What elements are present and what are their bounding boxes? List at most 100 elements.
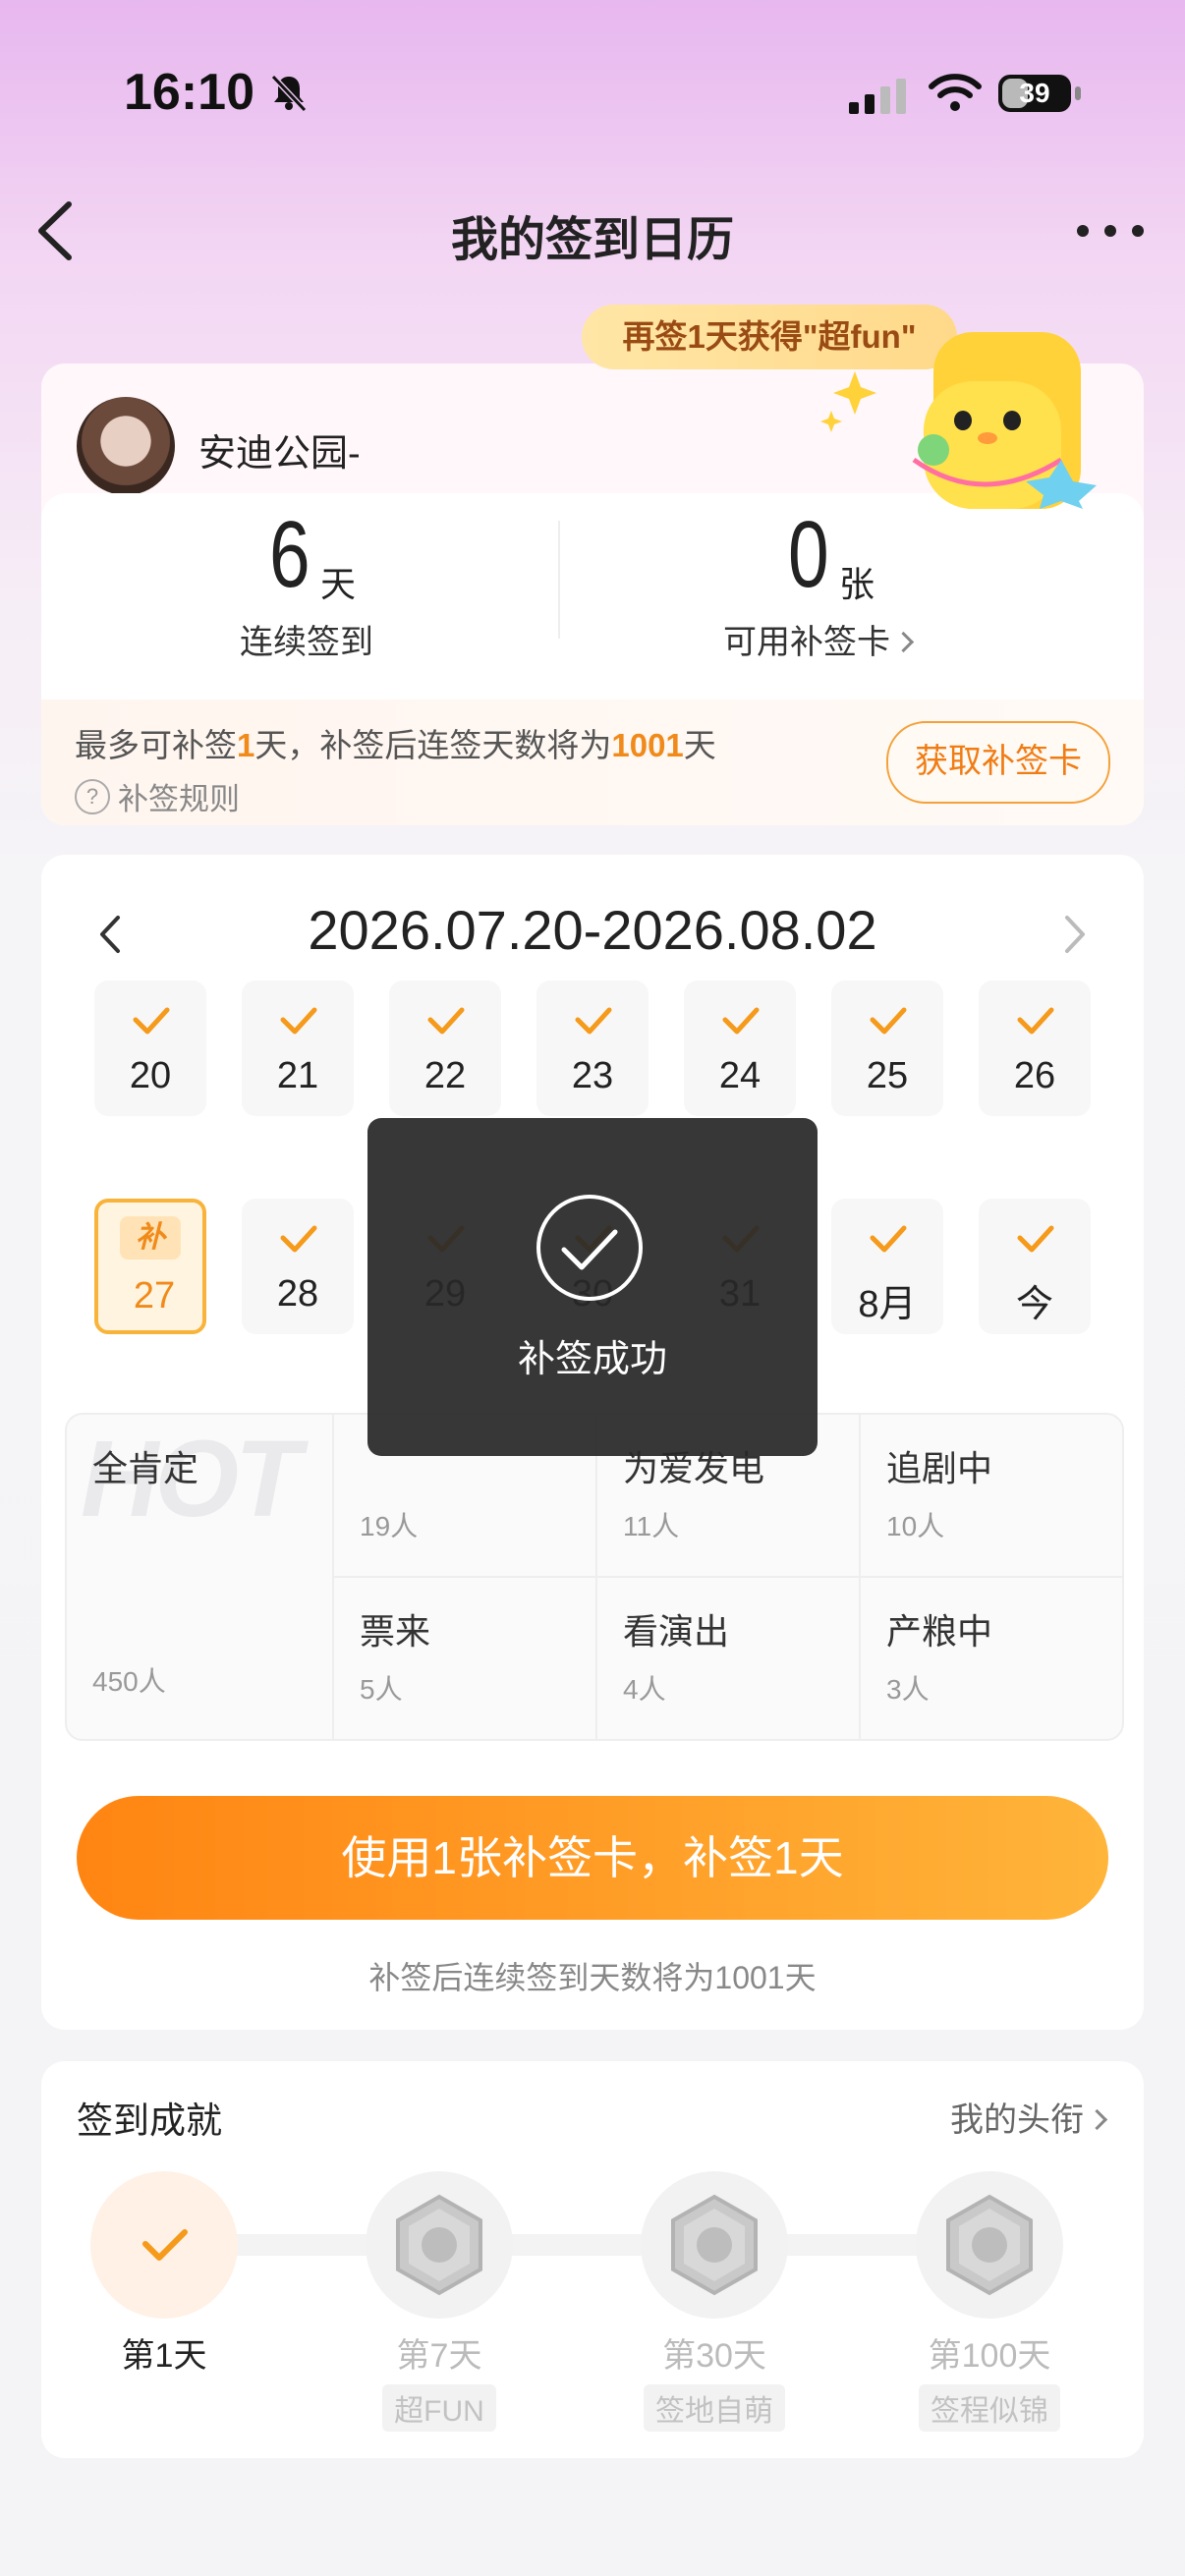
achievement-label: 第30天 — [662, 2337, 766, 2375]
tag-count: 11人 — [623, 1511, 680, 1541]
tag-name: 全肯定 — [92, 1448, 199, 1488]
get-makeup-card-button[interactable]: 获取补签卡 — [886, 721, 1110, 804]
calendar-day-label: 8月 — [858, 1284, 917, 1325]
makeup-result-hint: 补签后连续签到天数将为1001天 — [368, 1960, 817, 1995]
check-icon — [1017, 1007, 1054, 1035]
tag-count: 5人 — [360, 1674, 403, 1705]
calendar-day-label: 20 — [129, 1055, 172, 1096]
page-title: 我的签到日历 — [450, 214, 734, 266]
next-week-icon[interactable] — [1059, 910, 1089, 959]
calendar-day[interactable]: 21 — [242, 980, 354, 1116]
check-icon — [870, 1225, 907, 1253]
achievement-badge — [916, 2171, 1063, 2319]
bell-off-icon — [270, 74, 308, 113]
success-toast: 补签成功 — [367, 1118, 818, 1456]
check-icon — [870, 1007, 907, 1035]
achievement-title-tag: 超FUN — [382, 2384, 496, 2432]
achievement-progress-track — [169, 2234, 1014, 2256]
status-bar: 16:10 39 — [0, 0, 1185, 187]
wifi-icon — [929, 74, 982, 111]
calendar-day[interactable]: 24 — [684, 980, 796, 1116]
signal-icon — [849, 79, 906, 114]
stats-divider — [558, 521, 560, 639]
medal-hexagon-icon — [396, 2194, 482, 2296]
achievement-badge — [90, 2171, 238, 2319]
cards-value: 0 — [788, 502, 829, 607]
chevron-right-icon — [1086, 2108, 1108, 2131]
check-circle-icon — [536, 1195, 643, 1301]
achievement-item[interactable]: 第30天签地自萌 — [631, 2171, 798, 2432]
streak-value: 6 — [269, 502, 310, 607]
tag-name: 产粮中 — [886, 1611, 993, 1652]
calendar-day-label: 24 — [718, 1055, 762, 1096]
achievement-badge — [366, 2171, 513, 2319]
check-icon — [427, 1007, 465, 1035]
tag-name: 追剧中 — [886, 1448, 993, 1488]
tag-cell[interactable]: 产粮中 3人 — [859, 1578, 1122, 1739]
chevron-right-icon — [892, 631, 915, 653]
calendar-range: 2026.07.20-2026.08.02 — [308, 899, 877, 961]
mascot-illustration — [820, 332, 1097, 509]
makeup-rule-label: 补签规则 — [118, 782, 240, 816]
cards-unit: 张 — [839, 564, 875, 604]
tag-count: 19人 — [360, 1511, 419, 1541]
more-icon[interactable] — [1071, 216, 1150, 246]
check-icon — [1017, 1225, 1054, 1253]
battery-icon: 39 — [998, 71, 1081, 114]
achievement-label: 第1天 — [121, 2337, 207, 2375]
battery-level: 39 — [1019, 78, 1050, 108]
tag-name: 看演出 — [623, 1611, 730, 1652]
makeup-rule-link[interactable]: ? 补签规则 — [75, 774, 240, 818]
check-icon — [722, 1007, 760, 1035]
calendar-day[interactable]: 25 — [831, 980, 943, 1116]
achievement-item[interactable]: 第1天 — [81, 2171, 248, 2377]
tag-name: 票来 — [360, 1611, 431, 1652]
calendar-day-label: 今 — [1015, 1284, 1053, 1325]
cards-link[interactable]: 可用补签卡 — [723, 615, 915, 663]
use-makeup-card-button[interactable]: 使用1张补签卡，补签1天 — [77, 1796, 1108, 1920]
calendar-day[interactable]: 22 — [389, 980, 501, 1116]
calendar-day-label: 25 — [866, 1055, 909, 1096]
makeup-badge: 补 — [120, 1216, 181, 1260]
tag-count: 4人 — [623, 1674, 666, 1705]
status-time: 16:10 — [124, 64, 254, 121]
calendar-day-label: 22 — [423, 1055, 467, 1096]
medal-hexagon-icon — [946, 2194, 1033, 2296]
calendar-day[interactable]: 今 — [979, 1199, 1091, 1334]
my-titles-link[interactable]: 我的头衔 — [950, 2093, 1108, 2141]
calendar-day[interactable]: 20 — [94, 980, 206, 1116]
calendar-day-label: 23 — [571, 1055, 614, 1096]
achievements-title: 签到成就 — [77, 2100, 222, 2141]
achievement-label: 第7天 — [396, 2337, 482, 2375]
calendar-day[interactable]: 补 27 — [94, 1199, 206, 1334]
tag-count: 450人 — [92, 1666, 166, 1697]
tag-count: 3人 — [886, 1674, 930, 1705]
achievement-title-tag: 签地自萌 — [644, 2384, 785, 2432]
calendar-day[interactable]: 23 — [536, 980, 649, 1116]
calendar-day-label: 26 — [1013, 1055, 1056, 1096]
check-icon — [280, 1225, 317, 1253]
streak-label: 连续签到 — [240, 624, 373, 661]
tag-cell[interactable]: 看演出 4人 — [595, 1578, 859, 1739]
medal-hexagon-icon — [671, 2194, 758, 2296]
tag-grid: HOT 全肯定 450人 19人 为爱发电 11人 追剧中 10人 票来 5人 看演出 4人 产粮… — [65, 1413, 1124, 1741]
tag-cell[interactable]: 票来 5人 — [332, 1578, 595, 1739]
tag-cell-featured[interactable]: HOT 全肯定 450人 — [67, 1415, 332, 1739]
avatar[interactable] — [77, 397, 175, 495]
calendar-day[interactable]: 26 — [979, 980, 1091, 1116]
makeup-info-text: 最多可补签1天，补签后连签天数将为1001天 — [75, 727, 716, 763]
username: 安迪公园- — [198, 433, 361, 475]
calendar-day-label: 21 — [276, 1055, 319, 1096]
check-icon — [142, 2229, 188, 2261]
achievement-item[interactable]: 第7天超FUN — [356, 2171, 523, 2432]
tag-cell[interactable]: 追剧中 10人 — [859, 1415, 1122, 1578]
my-titles-label: 我的头衔 — [950, 2101, 1084, 2139]
check-icon — [133, 1007, 170, 1035]
question-icon: ? — [75, 778, 110, 814]
calendar-day[interactable]: 28 — [242, 1199, 354, 1334]
calendar-day[interactable]: 8月 — [831, 1199, 943, 1334]
check-icon — [280, 1007, 317, 1035]
cards-label: 可用补签卡 — [723, 624, 890, 661]
achievement-item[interactable]: 第100天 签程似锦 — [906, 2171, 1073, 2432]
achievement-title-tag: 签程似锦 — [919, 2384, 1060, 2432]
